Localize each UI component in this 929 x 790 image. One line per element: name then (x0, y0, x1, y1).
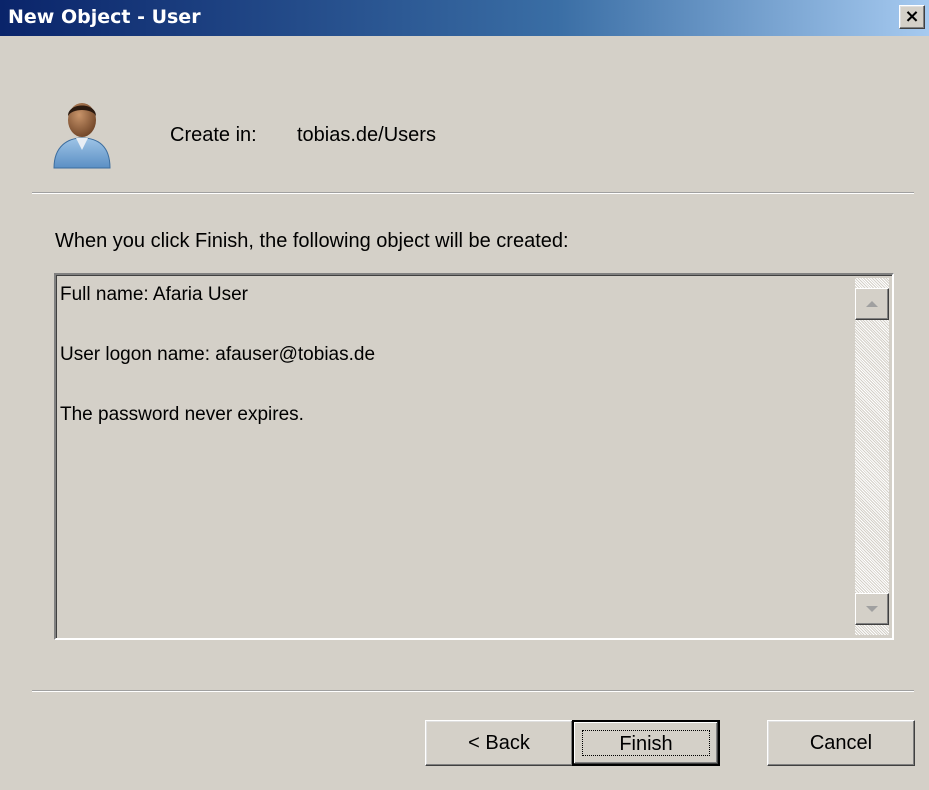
summary-textbox[interactable]: Full name: Afaria User User logon name: … (54, 273, 894, 640)
user-icon (53, 103, 111, 169)
bottom-separator (32, 690, 914, 692)
close-icon: × (904, 6, 920, 27)
create-in-label: Create in: (170, 124, 257, 146)
instruction-text: When you click Finish, the following obj… (55, 230, 569, 252)
scroll-down-button[interactable] (855, 593, 889, 625)
arrow-down-icon (866, 606, 878, 612)
cancel-button[interactable]: Cancel (767, 720, 915, 766)
top-separator (32, 192, 914, 194)
finish-button-label: Finish (619, 733, 673, 755)
title-bar[interactable]: New Object - User × (0, 0, 929, 36)
summary-content: Full name: Afaria User User logon name: … (60, 285, 850, 465)
finish-button[interactable]: Finish (572, 720, 720, 766)
summary-line-full-name: Full name: Afaria User (60, 284, 248, 305)
summary-line-password: The password never expires. (60, 404, 304, 425)
create-in-path: tobias.de/Users (297, 124, 436, 146)
vertical-scrollbar[interactable] (855, 278, 889, 635)
scroll-up-button[interactable] (855, 288, 889, 320)
summary-line-logon-name: User logon name: afauser@tobias.de (60, 344, 376, 365)
window-title: New Object - User (8, 6, 201, 28)
back-button[interactable]: < Back (425, 720, 573, 766)
close-button[interactable]: × (899, 5, 925, 29)
arrow-up-icon (866, 301, 878, 307)
